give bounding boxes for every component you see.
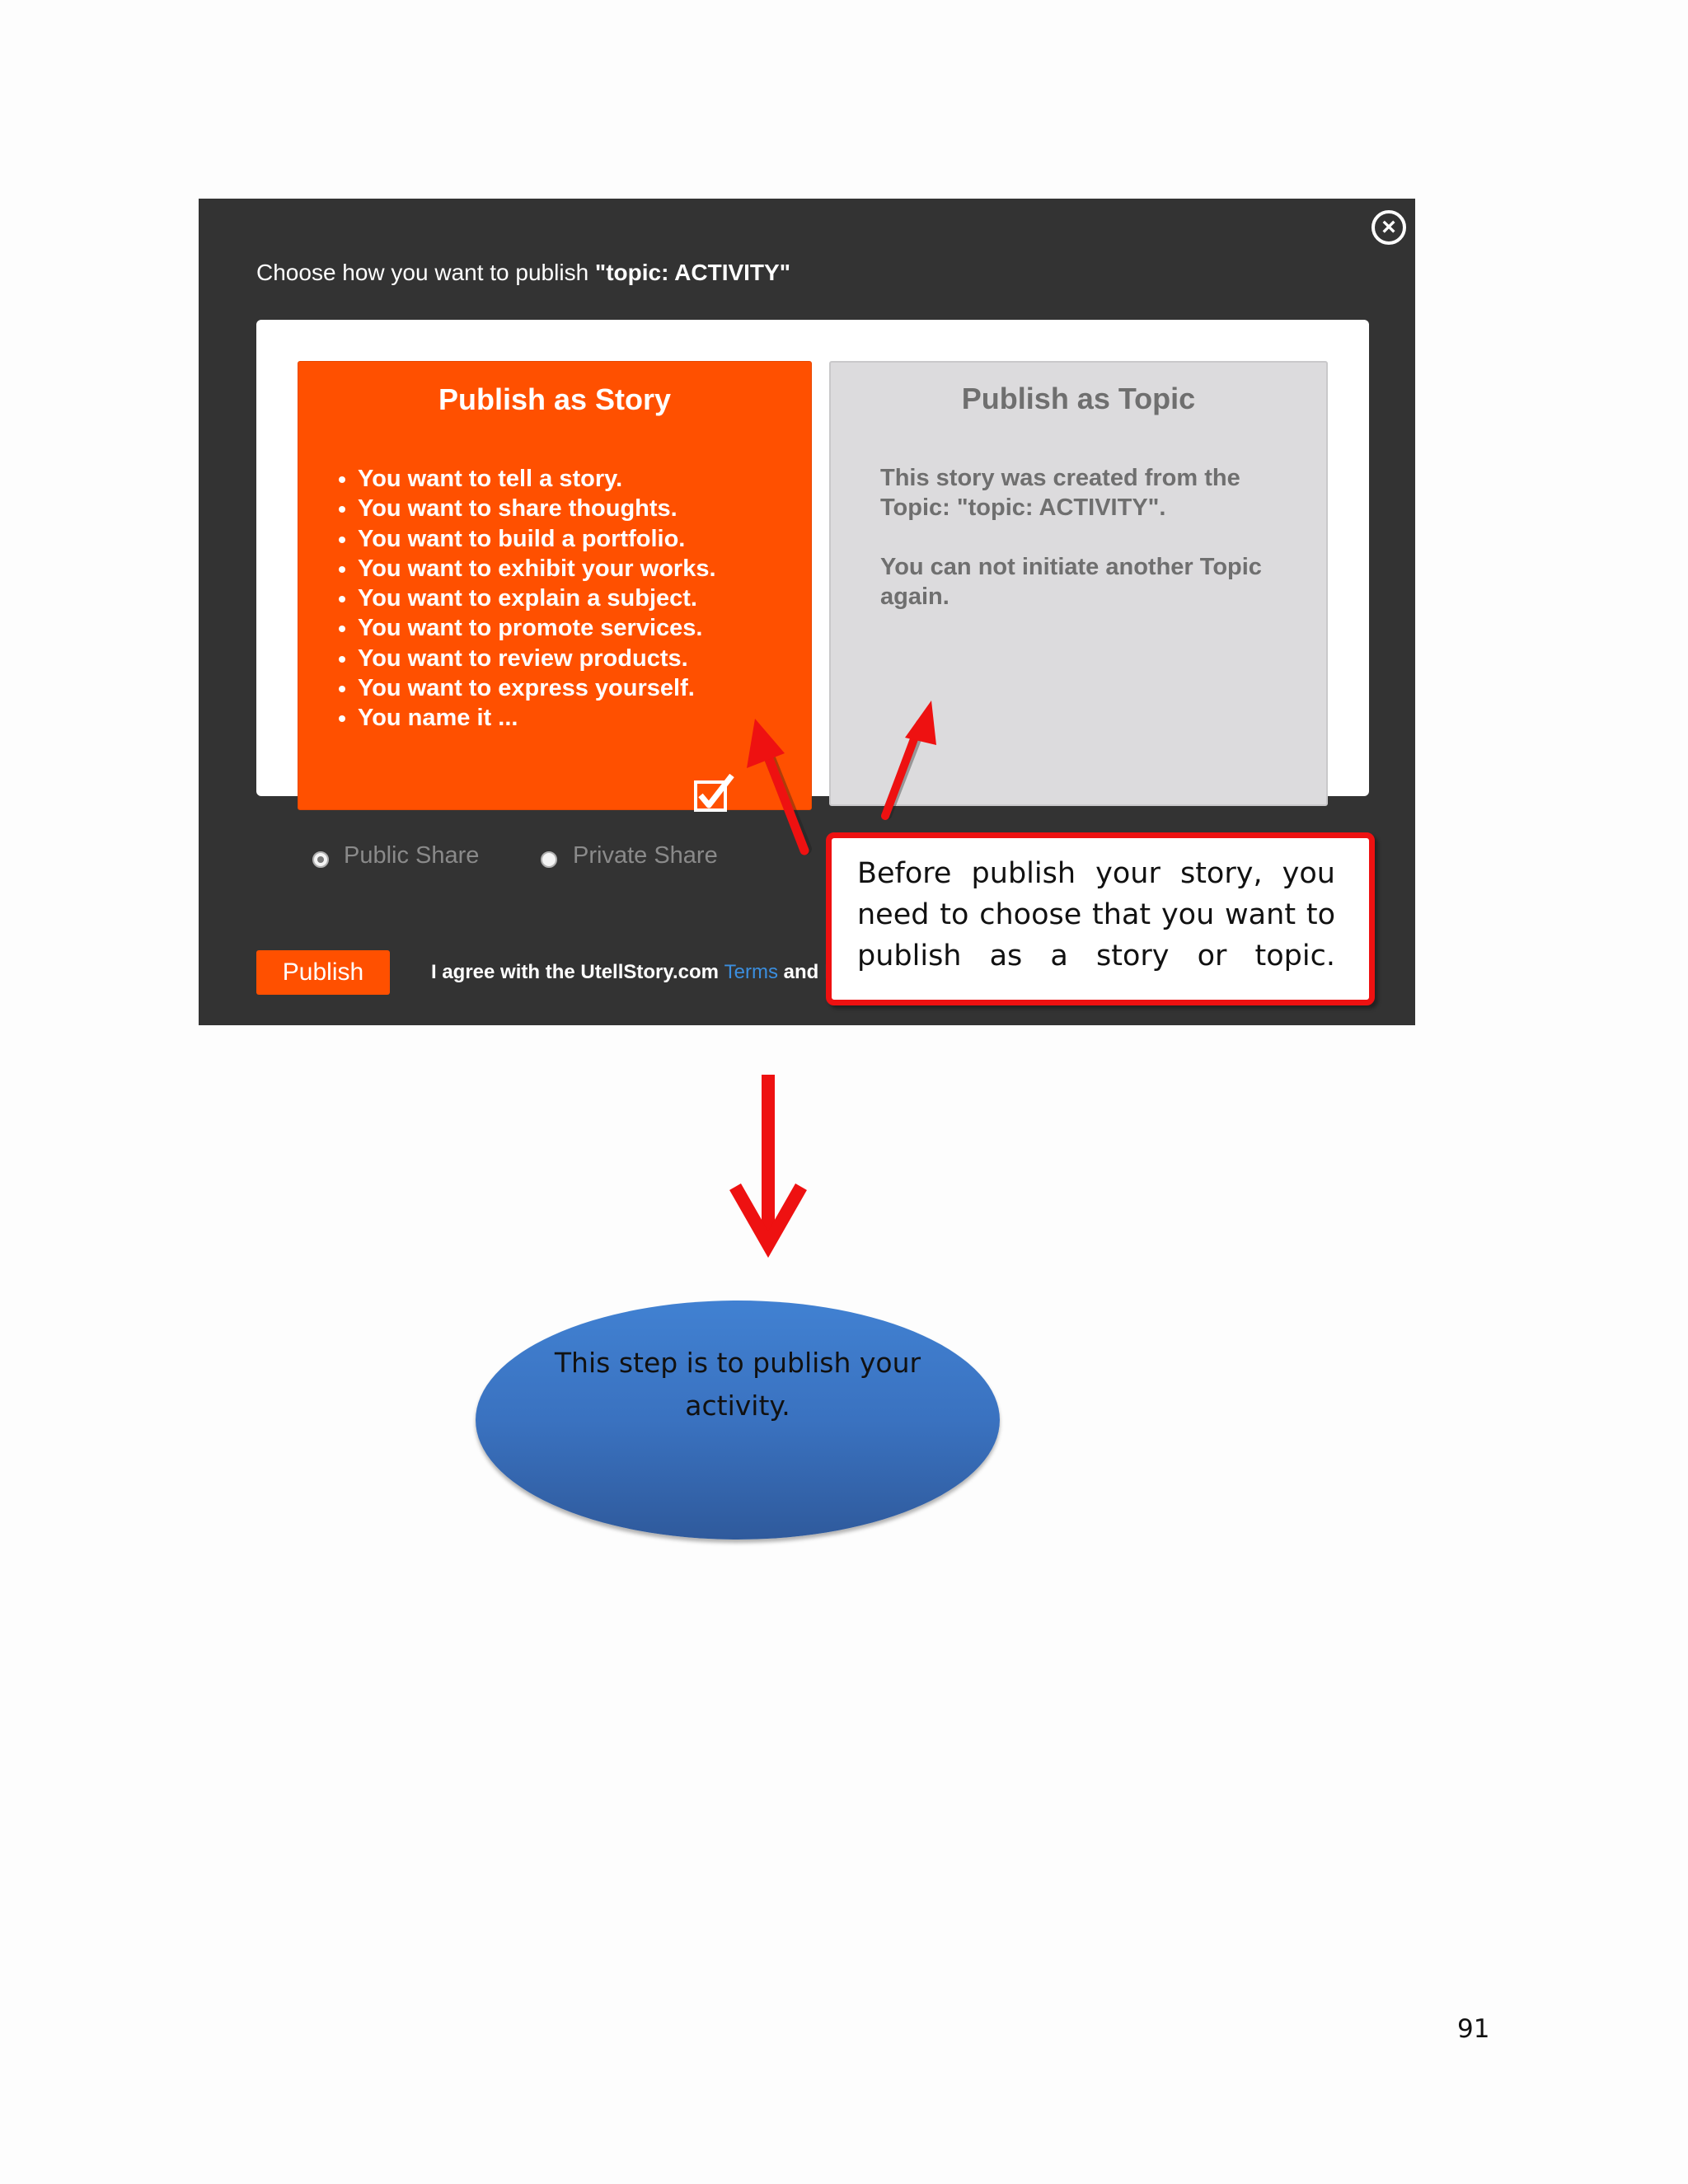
step-description: This step is to publish your activity. (554, 1347, 921, 1422)
page-number: 91 (1457, 2014, 1490, 2044)
callout-text: Before publish your story, you need to c… (857, 857, 1335, 972)
down-arrow-icon (729, 1075, 807, 1258)
arrow-to-topic-card-icon (881, 701, 936, 820)
annotation-arrows (729, 701, 936, 1258)
instruction-callout: Before publish your story, you need to c… (826, 832, 1375, 1005)
step-ellipse: This step is to publish your activity. (476, 1301, 1000, 1540)
arrow-to-story-card-icon (747, 719, 812, 855)
